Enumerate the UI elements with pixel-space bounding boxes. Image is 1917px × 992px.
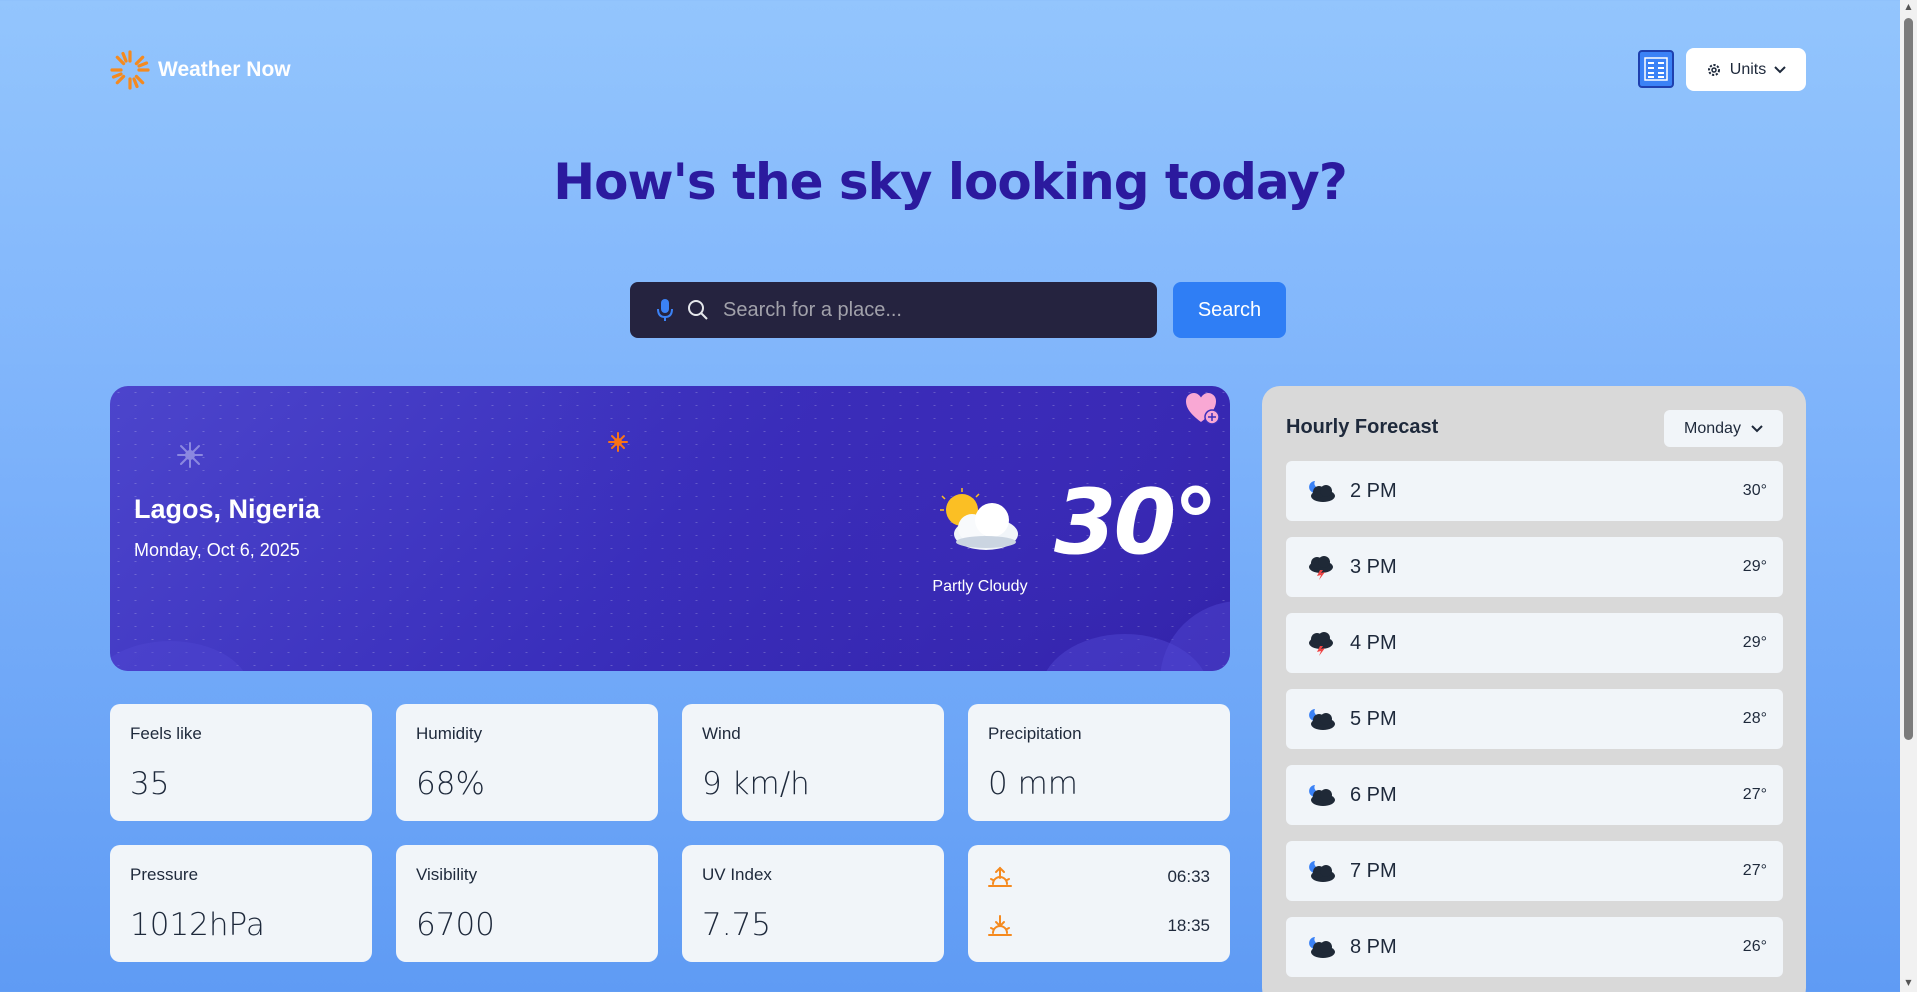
- night-cloudy-icon: [1309, 785, 1335, 806]
- sunrise-time: 06:33: [1167, 867, 1210, 886]
- partly-cloudy-icon: [940, 488, 1018, 550]
- scroll-up-icon[interactable]: ▲: [1904, 2, 1913, 12]
- hourly-row[interactable]: 3 PM 29°: [1286, 537, 1783, 597]
- page-scrollbar[interactable]: ▲ ▼: [1900, 0, 1917, 992]
- search-input[interactable]: Search for a place...: [630, 282, 1157, 338]
- tile-label: Feels like: [130, 724, 202, 743]
- hourly-row[interactable]: 7 PM 27°: [1286, 841, 1783, 901]
- current-date: Monday, Oct 6, 2025: [134, 540, 300, 560]
- tile-label: UV Index: [702, 865, 772, 884]
- sun-times-tile: 06:33 18:35: [968, 845, 1230, 962]
- hour-time: 7 PM: [1350, 859, 1397, 882]
- tile-value: 9 km/h: [702, 766, 810, 802]
- tile-label: Humidity: [416, 724, 483, 743]
- scroll-down-icon[interactable]: ▼: [1904, 978, 1913, 988]
- location-name: Lagos, Nigeria: [134, 494, 321, 524]
- weather-condition: Partly Cloudy: [932, 578, 1028, 595]
- selected-day: Monday: [1684, 419, 1741, 437]
- hour-temp: 27°: [1742, 786, 1767, 803]
- star-decoration-icon: [177, 442, 203, 468]
- night-cloudy-icon: [1309, 937, 1335, 958]
- current-temperature: 30°: [1054, 470, 1218, 575]
- search-button[interactable]: Search: [1173, 282, 1286, 338]
- sun-logo-icon: [110, 50, 150, 90]
- hourly-row[interactable]: 5 PM 28°: [1286, 689, 1783, 749]
- layout-toggle-button[interactable]: [1638, 50, 1674, 88]
- list-layout-icon: [1644, 57, 1668, 81]
- tile-label: Precipitation: [988, 724, 1082, 743]
- sunset-row: 18:35: [988, 911, 1210, 941]
- hourly-row[interactable]: 8 PM 26°: [1286, 917, 1783, 977]
- night-cloudy-icon: [1309, 861, 1335, 882]
- night-cloudy-icon: [1309, 709, 1335, 730]
- night-cloudy-icon: [1309, 481, 1335, 502]
- add-favorite-heart-icon[interactable]: [1185, 392, 1221, 426]
- hour-time: 3 PM: [1350, 555, 1397, 578]
- hourly-row[interactable]: 4 PM 29°: [1286, 613, 1783, 673]
- tile-value: 6700: [416, 907, 495, 943]
- search-icon: [688, 300, 708, 320]
- hour-temp: 30°: [1742, 482, 1767, 499]
- hour-temp: 27°: [1742, 862, 1767, 879]
- scrollbar-thumb[interactable]: [1904, 18, 1913, 740]
- tile-label: Wind: [702, 724, 741, 743]
- hour-time: 4 PM: [1350, 631, 1397, 654]
- precipitation-tile: Precipitation 0 mm: [968, 704, 1230, 821]
- tile-value: 7.75: [702, 907, 772, 943]
- search-placeholder: Search for a place...: [723, 298, 902, 321]
- tile-label: Pressure: [130, 865, 199, 884]
- tile-value: 68%: [416, 766, 485, 802]
- hour-temp: 26°: [1742, 938, 1767, 955]
- wind-tile: Wind 9 km/h: [682, 704, 944, 821]
- thunder-cloud-icon: [1309, 556, 1333, 580]
- hour-time: 2 PM: [1350, 479, 1397, 502]
- hourly-row[interactable]: 2 PM 30°: [1286, 461, 1783, 521]
- hourly-row[interactable]: 6 PM 27°: [1286, 765, 1783, 825]
- hourly-forecast-panel: Hourly Forecast Monday 2 PM 30° 3 PM 29°…: [1262, 386, 1806, 992]
- units-dropdown-button[interactable]: Units: [1686, 48, 1806, 91]
- hour-time: 5 PM: [1350, 707, 1397, 730]
- sunset-time: 18:35: [1167, 916, 1210, 935]
- tile-value: 35: [130, 766, 170, 802]
- pressure-tile: Pressure 1012hPa: [110, 845, 372, 962]
- page-title: How's the sky looking today?: [553, 153, 1348, 211]
- visibility-tile: Visibility 6700: [396, 845, 658, 962]
- tile-value: 1012hPa: [130, 907, 265, 943]
- day-select-dropdown[interactable]: Monday: [1664, 410, 1783, 447]
- hour-temp: 29°: [1742, 558, 1767, 575]
- tile-label: Visibility: [416, 865, 478, 884]
- hour-time: 8 PM: [1350, 935, 1397, 958]
- sunset-icon: [988, 915, 1012, 936]
- thunder-cloud-icon: [1309, 632, 1333, 656]
- hour-time: 6 PM: [1350, 783, 1397, 806]
- chevron-down-icon: [1751, 424, 1763, 432]
- app-name: Weather Now: [158, 58, 291, 81]
- sun-decoration-icon: [608, 432, 628, 452]
- app-logo[interactable]: Weather Now: [110, 50, 291, 90]
- sunrise-icon: [988, 866, 1012, 887]
- hour-temp: 29°: [1742, 634, 1767, 651]
- humidity-tile: Humidity 68%: [396, 704, 658, 821]
- hour-temp: 28°: [1742, 710, 1767, 727]
- uv-index-tile: UV Index 7.75: [682, 845, 944, 962]
- tile-value: 0 mm: [988, 766, 1078, 802]
- chevron-down-icon: [1774, 65, 1786, 73]
- current-weather-card: Lagos, Nigeria Monday, Oct 6, 2025 Partl…: [110, 386, 1230, 671]
- gear-icon: [1707, 63, 1720, 76]
- sunrise-row: 06:33: [988, 862, 1210, 892]
- microphone-icon[interactable]: [657, 298, 673, 322]
- hourly-forecast-title: Hourly Forecast: [1286, 416, 1439, 438]
- units-label: Units: [1729, 60, 1767, 78]
- feels-like-tile: Feels like 35: [110, 704, 372, 821]
